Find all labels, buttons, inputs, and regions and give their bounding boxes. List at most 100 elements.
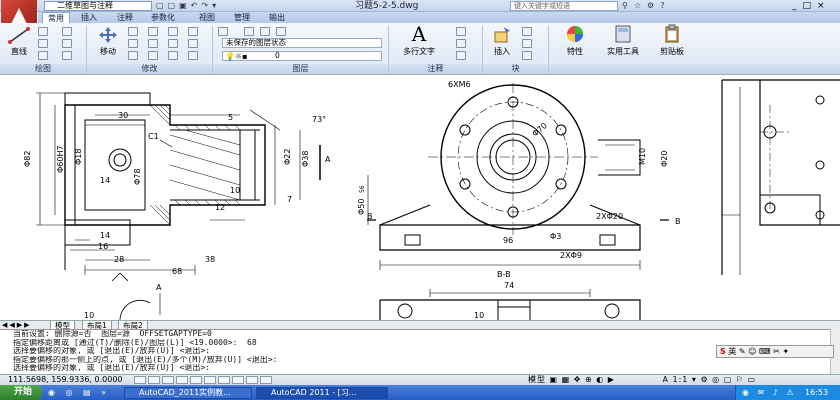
layout-tab-bar: ◀◀▶▶ 模型 布局1 布局2 [0, 320, 840, 330]
qp-toggle[interactable] [260, 376, 272, 384]
move-button[interactable]: 移动 [92, 26, 124, 57]
utilities-button[interactable]: 实用工具 [598, 24, 648, 57]
annotation-scale[interactable]: A 1:1 [662, 375, 688, 384]
chamfer-icon[interactable] [188, 51, 198, 60]
dim-74: 74 [504, 281, 514, 290]
stretch-icon[interactable] [128, 51, 138, 60]
ime-language: 英 [728, 347, 737, 356]
close-button[interactable]: × [817, 1, 831, 11]
panel-title-layer[interactable]: 图层 [213, 64, 388, 74]
edit-block-icon[interactable] [522, 39, 532, 48]
dim-38: 38 [205, 255, 215, 264]
calculator-icon [615, 25, 631, 43]
lwt-toggle[interactable] [246, 376, 258, 384]
leader-icon[interactable] [456, 39, 466, 48]
arc-icon[interactable] [38, 51, 48, 60]
properties-button[interactable]: 特性 [556, 24, 594, 57]
layer-off-icon[interactable] [260, 27, 270, 36]
polyline-icon[interactable] [38, 27, 48, 36]
otrack-toggle[interactable] [204, 376, 216, 384]
task-button-autocad[interactable]: AutoCAD 2011 - [习... [256, 387, 388, 399]
osnap-toggle[interactable] [190, 376, 202, 384]
dim-phi78: Φ78 [133, 169, 142, 185]
scale-icon[interactable] [148, 51, 158, 60]
panel-title-modify[interactable]: 修改 [87, 64, 212, 74]
ime-toolbar[interactable]: S 英 ✎ ☺ ⌨ ✂ ✦ [716, 345, 834, 358]
table-icon[interactable] [456, 51, 466, 60]
start-button[interactable]: 开始 [0, 385, 42, 400]
tab-output[interactable]: 输出 [264, 12, 290, 23]
infocenter-icons[interactable]: ⚲☆⚙? [622, 0, 670, 12]
erase-icon[interactable] [168, 27, 178, 36]
panel-title-block[interactable]: 块 [483, 64, 548, 74]
window-controls[interactable]: _□× [792, 0, 831, 12]
circle-icon[interactable] [38, 39, 48, 48]
insert-block-icon [494, 27, 510, 43]
model-space-button[interactable]: 模型 [528, 375, 546, 384]
layer-properties-icon[interactable] [218, 27, 228, 36]
workspace-select[interactable]: 二维草图与注释 [44, 1, 152, 11]
dim-10-bb: 10 [474, 311, 484, 320]
drawing-canvas[interactable]: 30 5 73° C1 Φ82 Φ60H7 Φ18 Φ22 Φ38 14 Φ78… [0, 74, 840, 322]
dim-12: 12 [215, 203, 225, 212]
dim-7: 7 [287, 195, 292, 204]
maximize-button[interactable]: □ [803, 1, 818, 11]
coordinate-readout: 111.5698, 159.9336, 0.0000 [8, 375, 123, 384]
quick-launch-icons[interactable]: ◉ ◎ ▤ » [48, 387, 110, 399]
tab-parametric[interactable]: 参数化 [146, 12, 180, 23]
explode-icon[interactable] [188, 27, 198, 36]
trim-icon[interactable] [148, 27, 158, 36]
line-button[interactable]: 直线 [4, 26, 34, 57]
offset-icon[interactable] [188, 39, 198, 48]
command-window[interactable]: 当前设置: 删除源=否 图层=源 OFFSETGAPTYPE=0 指定偏移距离或… [0, 329, 840, 374]
command-line: 当前设置: 删除源=否 图层=源 OFFSETGAPTYPE=0 [13, 330, 212, 338]
dim-5: 5 [228, 113, 233, 122]
array-icon[interactable] [168, 51, 178, 60]
mtext-button[interactable]: A 多行文字 [396, 24, 442, 57]
quick-access-toolbar[interactable]: ▢▢▣↶↷▾ [156, 1, 306, 11]
grid-toggle[interactable] [148, 376, 160, 384]
dim-phi70: Φ70 [531, 121, 549, 138]
rectangle-icon[interactable] [62, 27, 72, 36]
insert-button[interactable]: 插入 [488, 26, 516, 57]
ducs-toggle[interactable] [218, 376, 230, 384]
clipboard-button[interactable]: 剪贴板 [650, 24, 694, 57]
search-input[interactable]: 键入关键字或短语 [510, 1, 618, 11]
dim-73deg: 73° [312, 115, 326, 124]
tab-insert[interactable]: 插入 [76, 12, 102, 23]
minimize-button[interactable]: _ [792, 1, 803, 11]
ortho-toggle[interactable] [162, 376, 174, 384]
status-tray-icons[interactable]: ▾ ⚙ ◎ ▢ ⚐ ▭ [692, 375, 756, 384]
task-button-tutorial[interactable]: AutoCAD_2011实例教... [124, 387, 252, 399]
mirror-icon[interactable] [148, 39, 158, 48]
tab-manage[interactable]: 管理 [229, 12, 255, 23]
rotate-icon[interactable] [128, 27, 138, 36]
ime-logo-icon: S [720, 347, 726, 356]
tray-icons[interactable]: ◉ ✉ ♪ ⚠ [742, 386, 797, 399]
dim-16: 16 [98, 242, 108, 251]
section-b-left: B [367, 212, 373, 221]
tab-annotate[interactable]: 注释 [112, 12, 138, 23]
dim-28: 28 [114, 255, 124, 264]
tab-view[interactable]: 视图 [194, 12, 220, 23]
ellipse-icon[interactable] [62, 51, 72, 60]
panel-title-annotation[interactable]: 注释 [389, 64, 482, 74]
tab-home[interactable]: 常用 [42, 12, 70, 23]
snap-toggle[interactable] [134, 376, 146, 384]
hatch-icon[interactable] [62, 39, 72, 48]
layer-state-select[interactable]: 未保存的图层状态 [222, 38, 382, 48]
section-a-upper: A [325, 155, 331, 164]
layer-icon[interactable] [244, 27, 254, 36]
linear-dim-icon[interactable] [456, 27, 466, 36]
block-attr-icon[interactable] [522, 51, 532, 60]
polar-toggle[interactable] [176, 376, 188, 384]
create-block-icon[interactable] [522, 27, 532, 36]
layer-freeze-icon[interactable] [276, 27, 286, 36]
copy-icon[interactable] [128, 39, 138, 48]
status-view-icons[interactable]: ▣ ▦ ✥ ⊕ ◐ ▶ [550, 375, 619, 384]
dyn-toggle[interactable] [232, 376, 244, 384]
panel-title-draw[interactable]: 绘图 [0, 64, 86, 74]
fillet-icon[interactable] [168, 39, 178, 48]
section-b-right: B [675, 217, 681, 226]
dim-6xm6: 6XM6 [448, 80, 471, 89]
